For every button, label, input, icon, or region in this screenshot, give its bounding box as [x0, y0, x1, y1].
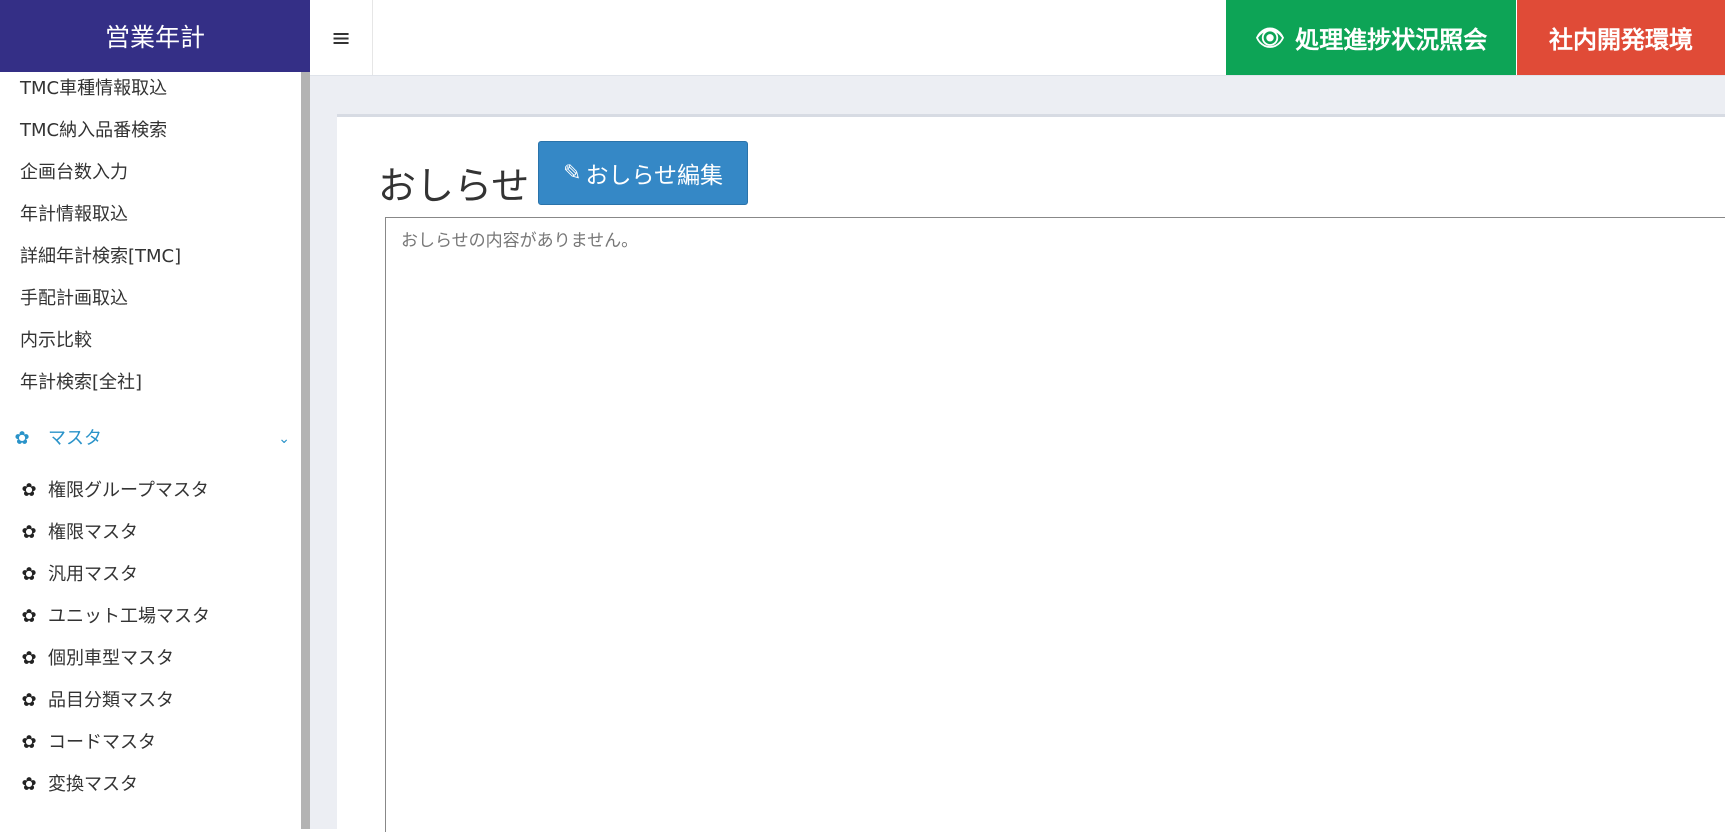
sidebar-item-arrangement-import[interactable]: 手配計画取込	[20, 284, 128, 314]
notice-content-box: おしらせの内容がありません。	[385, 217, 1725, 832]
sidebar-item-label: 権限グループマスタ	[48, 480, 209, 501]
sidebar-item-label: 品目分類マスタ	[48, 690, 174, 711]
notice-panel: おしらせ ✎ おしらせ編集 おしらせの内容がありません。	[337, 114, 1725, 832]
sidebar-item-tmc-vehicle-import[interactable]: TMC車種情報取込	[20, 74, 167, 104]
main-content: おしらせ ✎ おしらせ編集 おしらせの内容がありません。	[310, 76, 1725, 832]
progress-inquiry-button[interactable]: 👁 処理進捗状況照会	[1226, 0, 1516, 75]
sidebar-item-item-category-master[interactable]: ✿ 品目分類マスタ	[20, 686, 174, 716]
sidebar-item-conversion-master[interactable]: ✿ 変換マスタ	[20, 770, 138, 800]
sidebar-menu: TMC車種情報取込 TMC納入品番検索 企画台数入力 年計情報取込 詳細年計検索…	[0, 72, 310, 829]
edit-icon: ✎	[563, 160, 582, 186]
sidebar-item-tmc-part-search[interactable]: TMC納入品番検索	[20, 116, 167, 146]
sidebar-item-annual-search-all[interactable]: 年計検索[全社]	[20, 368, 142, 398]
sidebar-item-label: コードマスタ	[48, 732, 156, 753]
sidebar-item-unit-factory-master[interactable]: ✿ ユニット工場マスタ	[20, 602, 210, 632]
gear-icon: ✿	[21, 774, 37, 795]
gear-icon: ✿	[21, 480, 37, 501]
gear-icon: ✿	[21, 606, 37, 627]
environment-badge: 社内開発環境	[1517, 0, 1725, 75]
sidebar-section-label: マスタ	[48, 428, 102, 449]
gear-icon: ✿	[21, 690, 37, 711]
page-title: おしらせ	[378, 164, 530, 208]
sidebar-item-vehicle-type-master[interactable]: ✿ 個別車型マスタ	[20, 644, 174, 674]
sidebar-item-detail-annual-search[interactable]: 詳細年計検索[TMC]	[20, 242, 181, 272]
gear-icon: ✿	[21, 648, 37, 669]
sidebar-item-general-master[interactable]: ✿ 汎用マスタ	[20, 560, 138, 590]
top-bar: ≡ 👁 処理進捗状況照会 社内開発環境	[310, 0, 1725, 76]
sidebar-item-plan-quantity-input[interactable]: 企画台数入力	[20, 158, 128, 188]
notice-text: おしらせの内容がありません。	[401, 231, 639, 251]
edit-notice-label: おしらせ編集	[585, 163, 723, 189]
gear-icon: ✿	[14, 428, 30, 449]
sidebar-item-label: 汎用マスタ	[48, 564, 138, 585]
sidebar-item-notice-compare[interactable]: 内示比較	[20, 326, 92, 356]
sidebar-item-label: 個別車型マスタ	[48, 648, 174, 669]
chevron-down-icon[interactable]: ⌄	[278, 422, 290, 456]
sidebar-section-master[interactable]: ✿ マスタ ⌄	[12, 422, 294, 456]
gear-icon: ✿	[21, 564, 37, 585]
edit-notice-button[interactable]: ✎ おしらせ編集	[538, 141, 748, 205]
gear-icon: ✿	[21, 522, 37, 543]
gear-icon: ✿	[21, 732, 37, 753]
sidebar-item-code-master[interactable]: ✿ コードマスタ	[20, 728, 156, 758]
sidebar-item-label: 権限マスタ	[48, 522, 138, 543]
sidebar: 営業年計 TMC車種情報取込 TMC納入品番検索 企画台数入力 年計情報取込 詳…	[0, 0, 310, 829]
sidebar-item-label: ユニット工場マスタ	[48, 606, 210, 627]
sidebar-scrollbar[interactable]	[301, 72, 310, 829]
sidebar-item-annual-info-import[interactable]: 年計情報取込	[20, 200, 128, 230]
sidebar-item-auth-master[interactable]: ✿ 権限マスタ	[20, 518, 138, 548]
sidebar-item-auth-group-master[interactable]: ✿ 権限グループマスタ	[20, 476, 209, 506]
hamburger-menu-icon[interactable]: ≡	[310, 0, 373, 75]
eye-icon: 👁	[1254, 23, 1286, 52]
sidebar-item-label: 変換マスタ	[48, 774, 138, 795]
app-brand[interactable]: 営業年計	[0, 0, 310, 72]
progress-inquiry-label: 処理進捗状況照会	[1295, 26, 1488, 54]
